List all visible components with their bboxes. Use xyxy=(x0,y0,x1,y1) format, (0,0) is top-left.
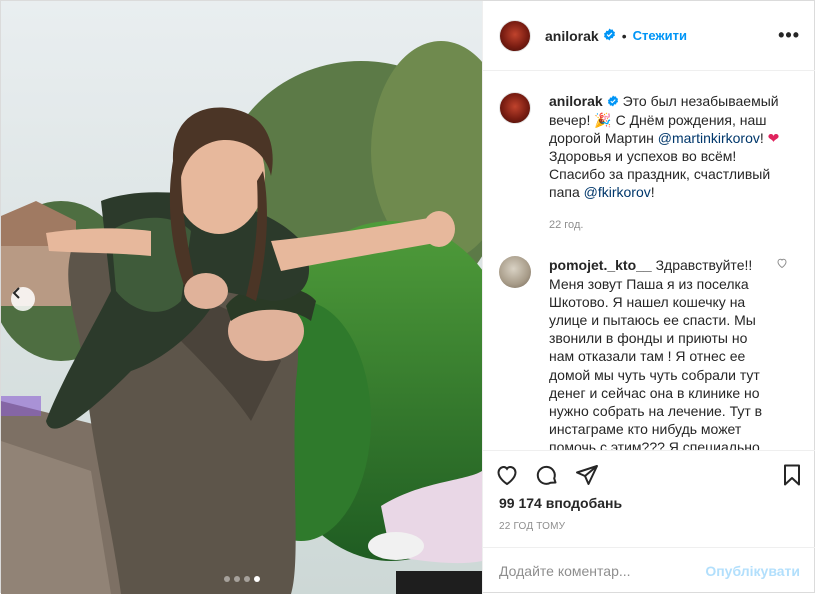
comment-item: pomojet._kto__ Здравствуйте!! Меня зовут… xyxy=(499,256,800,450)
bookmark-icon[interactable] xyxy=(780,463,804,487)
comment-icon[interactable] xyxy=(535,463,559,487)
verified-badge-icon xyxy=(603,28,616,44)
comment-input[interactable] xyxy=(499,563,706,579)
action-bar xyxy=(483,450,815,498)
follow-button[interactable]: Стежити xyxy=(633,28,687,43)
comment-body: pomojet._kto__ Здравствуйте!! Меня зовут… xyxy=(549,256,769,450)
post-caption: anilorak Это был незабываемый вечер! 🎉 С… xyxy=(499,92,800,234)
more-options-icon[interactable]: ••• xyxy=(778,25,800,46)
publish-button[interactable]: Опублікувати xyxy=(705,563,800,579)
verified-badge-icon xyxy=(607,93,619,111)
carousel-dot xyxy=(243,576,250,582)
carousel-dot-active xyxy=(253,576,260,582)
red-heart-icon: ❤ xyxy=(767,130,780,147)
mention-link[interactable]: @fkirkorov xyxy=(584,184,651,200)
carousel-indicator xyxy=(1,576,482,582)
chevron-left-icon xyxy=(12,287,20,299)
carousel-prev-button[interactable] xyxy=(11,287,35,311)
post-timestamp[interactable]: 22 ГОД ТОМУ xyxy=(499,521,565,532)
mention-link[interactable]: @martinkirkorov xyxy=(658,130,760,146)
caption-timestamp[interactable]: 22 год. xyxy=(549,216,789,234)
like-icon[interactable] xyxy=(495,463,519,487)
separator: • xyxy=(621,27,627,44)
add-comment-bar: Опублікувати xyxy=(483,547,815,594)
post-username[interactable]: anilorak xyxy=(545,28,599,44)
comment-like-icon[interactable] xyxy=(776,256,788,272)
carousel-dot xyxy=(233,576,240,582)
instagram-post: anilorak • Стежити ••• anilorak Это был … xyxy=(0,0,815,594)
photo-illustration xyxy=(1,1,482,594)
comment-username[interactable]: pomojet._kto__ xyxy=(549,257,652,273)
caption-text: ! xyxy=(650,184,655,201)
comment-text: Здравствуйте!! Меня зовут Паша я из посе… xyxy=(549,257,763,450)
caption-body: anilorak Это был незабываемый вечер! 🎉 С… xyxy=(549,92,789,234)
avatar[interactable] xyxy=(499,256,531,289)
carousel-dot xyxy=(223,576,230,582)
likes-count[interactable]: 99 174 вподобань xyxy=(499,495,622,511)
party-popper-icon: 🎉 xyxy=(594,112,612,129)
caption-username[interactable]: anilorak xyxy=(549,93,603,109)
caption-text: Здоровья и успехов во всём! Спасибо за п… xyxy=(549,148,771,201)
comments-list[interactable]: anilorak Это был незабываемый вечер! 🎉 С… xyxy=(483,72,815,450)
avatar[interactable] xyxy=(499,92,531,124)
post-header: anilorak • Стежити ••• xyxy=(483,1,815,71)
caption-text: ! xyxy=(759,130,764,147)
share-icon[interactable] xyxy=(575,463,599,487)
post-photo[interactable] xyxy=(1,1,482,594)
post-sidebar: anilorak • Стежити ••• anilorak Это был … xyxy=(482,1,815,594)
avatar[interactable] xyxy=(499,19,531,52)
